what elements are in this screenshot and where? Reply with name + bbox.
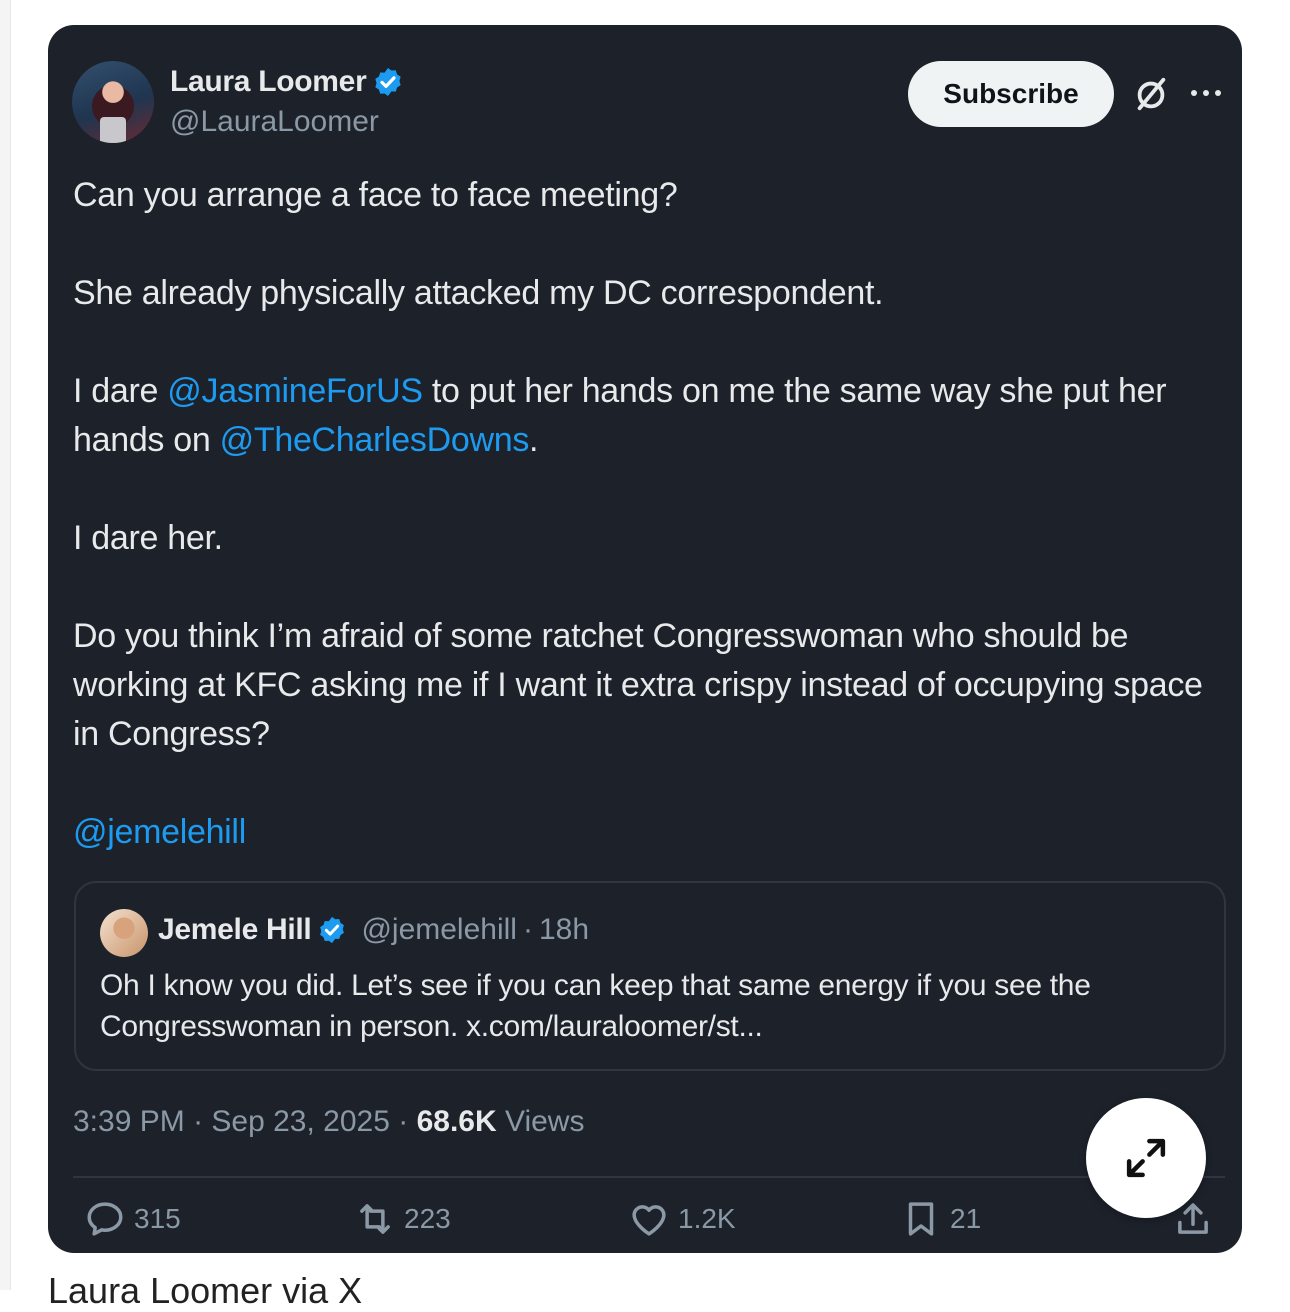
quoted-tweet-text: Oh I know you did. Let’s see if you can … [100,969,1091,1043]
author-handle[interactable]: @LauraLoomer [170,105,379,139]
tweet-card: Laura Loomer @LauraLoomer Subscribe Can … [48,25,1242,1253]
tweet-line: She already physically attacked my DC co… [73,274,884,312]
like-count: 1.2K [678,1203,736,1234]
separator-dot: · [522,913,533,946]
verified-badge-icon [320,916,345,944]
tweet-text-fragment: I dare [73,372,168,410]
separator-dot: · [184,1105,212,1138]
repost-icon [360,1204,390,1234]
quoted-tweet-header: Jemele Hill @jemelehill · 18h [158,913,589,947]
repost-button[interactable]: 223 [354,1198,451,1240]
tweet-time[interactable]: 3:39 PM [73,1105,185,1139]
tweet-text-fragment: . [529,421,539,459]
tweet-actions: 315 223 1.2K 21 [48,1190,1242,1250]
author-avatar[interactable] [72,61,154,143]
expand-button[interactable] [1086,1098,1206,1218]
tweet-line: Can you arrange a face to face meeting? [73,176,678,214]
bookmark-icon [908,1202,934,1236]
reply-icon [87,1202,123,1236]
mention-link-jasmineforus[interactable]: @JasmineForUS [167,372,423,410]
repost-count: 223 [404,1203,451,1234]
divider [73,1176,1225,1178]
expand-arrows-icon [1126,1138,1166,1178]
image-caption: Laura Loomer via X [48,1270,363,1311]
bookmark-button[interactable]: 21 [900,1198,981,1240]
views-label: Views [504,1105,585,1138]
reply-count: 315 [134,1203,181,1234]
reply-button[interactable]: 315 [84,1198,181,1240]
quoted-author-avatar[interactable] [100,909,148,957]
author-name[interactable]: Laura Loomer [170,65,367,99]
views-count: 68.6K [416,1105,497,1138]
tweet-metadata: 3:39 PM · Sep 23, 2025 · 68.6K Views [73,1105,584,1139]
quoted-tweet-time[interactable]: 18h [539,913,589,947]
tweet-body: Can you arrange a face to face meeting? … [73,171,1223,857]
quoted-tweet[interactable]: Jemele Hill @jemelehill · 18h Oh I know … [74,881,1226,1071]
author-name-row: Laura Loomer [170,65,404,99]
quoted-author-name[interactable]: Jemele Hill [158,913,312,947]
grok-icon[interactable] [1132,75,1170,113]
tweet-line: Do you think I’m afraid of some ratchet … [73,617,1203,753]
more-options-icon[interactable] [1188,83,1224,103]
subscribe-button[interactable]: Subscribe [908,61,1114,127]
mention-link-jemelehill[interactable]: @jemelehill [73,813,246,851]
page-edge [0,0,11,1290]
quoted-author-handle[interactable]: @jemelehill [361,913,517,947]
like-button[interactable]: 1.2K [628,1198,736,1240]
verified-badge-icon [375,68,402,96]
tweet-line: I dare her. [73,519,223,557]
tweet-date[interactable]: Sep 23, 2025 [211,1105,390,1139]
separator-dot: · [389,1105,417,1138]
mention-link-thecharlesdowns[interactable]: @TheCharlesDowns [220,421,530,459]
tweet-line: I dare @JasmineForUS to put her hands on… [73,367,1223,465]
bookmark-count: 21 [950,1203,982,1234]
heart-icon [632,1205,666,1236]
